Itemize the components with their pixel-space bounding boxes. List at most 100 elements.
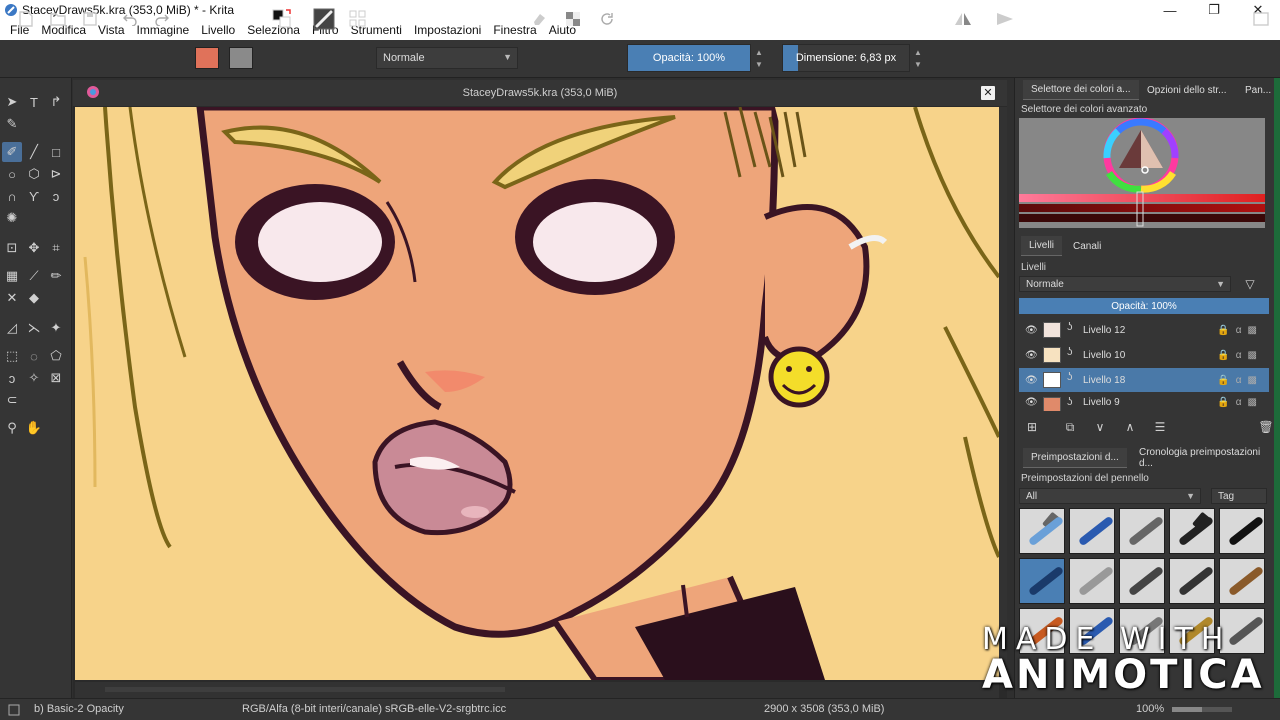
maximize-button[interactable]: ❐ (1192, 0, 1236, 20)
crop-tool-icon[interactable]: ⌗ (46, 238, 66, 258)
zoom-tool-icon[interactable]: ⚲ (2, 418, 22, 438)
workspace-chooser-icon[interactable] (1250, 8, 1272, 30)
mirror-horizontal-icon[interactable] (950, 8, 976, 30)
rectangular-selection-tool-icon[interactable]: ⬚ (2, 346, 22, 366)
brush-preset-item[interactable] (1019, 508, 1065, 554)
tab-advanced-color-selector[interactable]: Selettore dei colori a... (1023, 80, 1139, 100)
duplicate-layer-icon[interactable]: ⧉ (1059, 416, 1081, 438)
polyline-tool-icon[interactable]: ⊳ (46, 164, 66, 184)
brush-preset-item[interactable] (1169, 508, 1215, 554)
fill-tool-icon[interactable]: ◆ (24, 288, 44, 308)
color-swap-icon[interactable] (268, 8, 296, 30)
contiguous-selection-tool-icon[interactable]: ✧ (24, 368, 44, 388)
reference-images-tool-icon[interactable]: ✦ (46, 318, 66, 338)
tab-layers[interactable]: Livelli (1021, 236, 1063, 256)
brush-preset-item[interactable] (1119, 508, 1165, 554)
zoom-slider[interactable] (1172, 707, 1232, 712)
save-icon[interactable] (78, 8, 102, 30)
blend-mode-select[interactable]: Normale ▼ (376, 47, 518, 69)
preset-filter-select[interactable]: All ▼ (1019, 488, 1201, 504)
brush-preset-icon[interactable] (310, 8, 338, 30)
reload-preset-icon[interactable] (596, 8, 618, 30)
brush-preset-item[interactable] (1219, 508, 1265, 554)
inherit-alpha-icon[interactable]: ʖ (1067, 346, 1073, 358)
eye-icon[interactable]: 👁 (1025, 375, 1038, 386)
smart-patch-tool-icon[interactable]: ✕ (2, 288, 22, 308)
select-shapes-tool-icon[interactable]: ➤ (2, 92, 22, 112)
size-spin-arrows[interactable]: ▲ ▼ (913, 46, 923, 70)
dynamic-brush-tool-icon[interactable]: ↄ (46, 186, 66, 206)
document-tab[interactable]: StaceyDraws5k.kra (353,0 MiB) ✕ (73, 80, 1007, 106)
layer-lock-icons[interactable]: 🔒α▩ (1217, 350, 1263, 361)
layer-properties-icon[interactable]: ☰ (1149, 416, 1171, 438)
transform-tool-icon[interactable]: ⊡ (2, 238, 22, 258)
inherit-alpha-icon[interactable]: ʖ (1067, 396, 1073, 408)
preset-tag-select[interactable]: Tag (1211, 488, 1267, 504)
opacity-slider[interactable]: Opacità: 100% (627, 44, 751, 72)
redo-icon[interactable] (150, 8, 174, 30)
vertical-scrollbar[interactable] (999, 107, 1007, 680)
drawing-canvas[interactable] (75, 107, 999, 680)
tab-brush-presets[interactable]: Preimpostazioni d... (1023, 448, 1127, 468)
horizontal-scrollbar[interactable] (75, 682, 999, 698)
minimize-button[interactable]: — (1148, 0, 1192, 20)
opacity-spin-arrows[interactable]: ▲ ▼ (754, 46, 764, 70)
layer-lock-icons[interactable]: 🔒α▩ (1217, 375, 1263, 386)
brush-preset-item[interactable] (1119, 558, 1165, 604)
tab-tool-options[interactable]: Opzioni dello str... (1139, 80, 1234, 100)
pan-tool-icon[interactable]: ✋ (24, 418, 44, 438)
polygon-tool-icon[interactable]: ⬡ (24, 164, 44, 184)
colorize-mask-tool-icon[interactable]: ✏ (46, 266, 66, 286)
polygonal-selection-tool-icon[interactable]: ⬠ (46, 346, 66, 366)
freehand-selection-tool-icon[interactable]: ↄ (2, 368, 22, 388)
tab-panel-more[interactable]: Pan... (1237, 80, 1279, 100)
bezier-selection-tool-icon[interactable]: ⊂ (2, 390, 22, 410)
layer-lock-icons[interactable]: 🔒α▩ (1217, 325, 1263, 336)
ellipse-tool-icon[interactable]: ○ (2, 164, 22, 184)
move-layer-down-icon[interactable]: ∨ (1089, 416, 1111, 438)
pattern-grid-icon[interactable] (344, 8, 372, 30)
similar-color-selection-tool-icon[interactable]: ⊠ (46, 368, 66, 388)
brush-size-slider[interactable]: Dimensione: 6,83 px (782, 44, 910, 72)
tab-channels[interactable]: Canali (1065, 236, 1109, 256)
brush-preset-item[interactable] (1219, 558, 1265, 604)
add-layer-icon[interactable]: ⊞ (1021, 416, 1043, 438)
eye-icon[interactable]: 👁 (1025, 397, 1038, 408)
horizontal-scrollbar-thumb[interactable] (105, 687, 505, 692)
move-layer-up-icon[interactable]: ∧ (1119, 416, 1141, 438)
layer-row[interactable]: 👁 ʖ Livello 9 🔒α▩ (1019, 393, 1269, 411)
layer-lock-icons[interactable]: 🔒α▩ (1217, 397, 1263, 408)
measure-tool-icon[interactable]: ◿ (2, 318, 22, 338)
menu-livello[interactable]: Livello (195, 23, 241, 37)
brush-preset-item-selected[interactable] (1019, 558, 1065, 604)
eye-icon[interactable]: 👁 (1025, 325, 1038, 336)
brush-preset-item[interactable] (1169, 558, 1215, 604)
elliptical-selection-tool-icon[interactable]: ◌ (24, 346, 44, 366)
layer-row-selected[interactable]: 👁 ʖ Livello 18 🔒α▩ (1019, 368, 1269, 392)
line-tool-icon[interactable]: ╱ (24, 142, 44, 162)
brush-preset-item[interactable] (1069, 508, 1115, 554)
alpha-lock-icon[interactable] (562, 8, 584, 30)
assistant-tool-icon[interactable]: ⋋ (24, 318, 44, 338)
layer-filter-icon[interactable]: ▽ (1241, 276, 1259, 292)
layer-row[interactable]: 👁 ʖ Livello 10 🔒α▩ (1019, 343, 1269, 367)
gradient-tool-icon[interactable]: ▦ (2, 266, 22, 286)
close-document-icon[interactable]: ✕ (981, 86, 995, 100)
rectangle-tool-icon[interactable]: □ (46, 142, 66, 162)
layer-row[interactable]: 👁 ʖ Livello 12 🔒α▩ (1019, 318, 1269, 342)
calligraphy-tool-icon[interactable]: ✎ (2, 114, 22, 134)
layer-opacity-slider[interactable]: Opacità: 100% (1019, 298, 1269, 314)
menu-impostazioni[interactable]: Impostazioni (408, 23, 487, 37)
layers-blend-mode-select[interactable]: Normale ▼ (1019, 276, 1231, 292)
text-tool-icon[interactable]: T (24, 92, 44, 112)
new-document-icon[interactable] (14, 8, 38, 30)
eraser-icon[interactable] (528, 8, 550, 30)
move-tool-icon[interactable]: ✥ (24, 238, 44, 258)
color-picker-tool-icon[interactable]: ⟋ (24, 266, 44, 286)
inherit-alpha-icon[interactable]: ʖ (1067, 371, 1073, 383)
foreground-color-swatch[interactable] (195, 47, 219, 69)
mirror-vertical-icon[interactable] (992, 8, 1018, 30)
eye-icon[interactable]: 👁 (1025, 350, 1038, 361)
inherit-alpha-icon[interactable]: ʖ (1067, 321, 1073, 333)
multibrush-tool-icon[interactable]: ✺ (2, 208, 22, 228)
